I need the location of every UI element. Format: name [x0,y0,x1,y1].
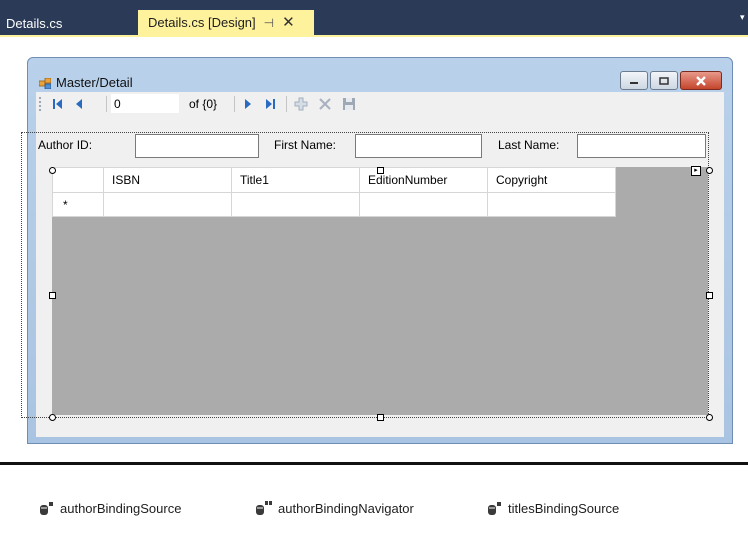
resize-handle-bottom-left[interactable] [49,414,56,421]
count-label: of {0} [189,97,218,111]
tray-item-titles-binding-source[interactable]: titlesBindingSource [486,500,619,516]
close-icon[interactable]: ✕ [282,14,295,31]
save-icon[interactable] [341,96,357,112]
tray-item-author-binding-navigator[interactable]: authorBindingNavigator [254,500,414,516]
document-tab-strip: Details.cs Details.cs [Design] ⊣ ✕ ▾ [0,0,748,37]
pin-icon[interactable]: ⊣ [264,16,274,30]
move-previous-icon[interactable] [72,96,88,112]
delete-icon[interactable] [317,96,333,112]
resize-handle-top[interactable] [377,167,384,174]
toolbar-separator [234,96,235,112]
close-button[interactable] [680,71,722,90]
tray-item-label: titlesBindingSource [508,500,620,516]
form-title: Master/Detail [56,75,133,90]
tab-overflow-icon[interactable]: ▾ [740,12,748,22]
resize-handle-top-left[interactable] [49,167,56,174]
resize-handle-top-right[interactable] [706,167,713,174]
component-tray: authorBindingSource authorBindingNavigat… [0,465,748,537]
tray-item-author-binding-source[interactable]: authorBindingSource [38,500,181,516]
tray-item-label: authorBindingSource [60,500,182,516]
binding-navigator-icon [256,501,272,515]
resize-handle-right[interactable] [706,292,713,299]
toolbar-separator [286,96,287,112]
resize-handle-bottom-right[interactable] [706,414,713,421]
window-buttons [620,71,722,90]
tab-details-design[interactable]: Details.cs [Design] ⊣ ✕ [138,10,314,36]
tab-details-cs[interactable]: Details.cs [0,12,68,35]
tab-label: Details.cs [Design] [148,15,256,30]
move-next-icon[interactable] [240,96,256,112]
move-last-icon[interactable] [262,96,278,112]
maximize-button[interactable] [650,71,678,90]
smart-tag-icon[interactable]: ▸ [691,166,701,176]
selection-frame [21,132,709,418]
move-first-icon[interactable] [50,96,66,112]
binding-source-icon [40,502,53,515]
binding-source-icon [488,502,501,515]
toolbar-separator [106,96,107,112]
binding-navigator-toolbar: of {0} [36,92,724,116]
close-x-icon [696,75,706,86]
resize-handle-bottom[interactable] [377,414,384,421]
toolbar-grip[interactable] [39,97,41,111]
add-new-icon[interactable] [293,96,309,112]
tab-label: Details.cs [6,16,63,31]
form-icon [39,78,51,89]
tray-item-label: authorBindingNavigator [278,500,414,516]
maximize-icon [659,76,669,85]
resize-handle-left[interactable] [49,292,56,299]
minimize-icon [630,81,638,84]
position-input[interactable] [111,94,179,113]
minimize-button[interactable] [620,71,648,90]
